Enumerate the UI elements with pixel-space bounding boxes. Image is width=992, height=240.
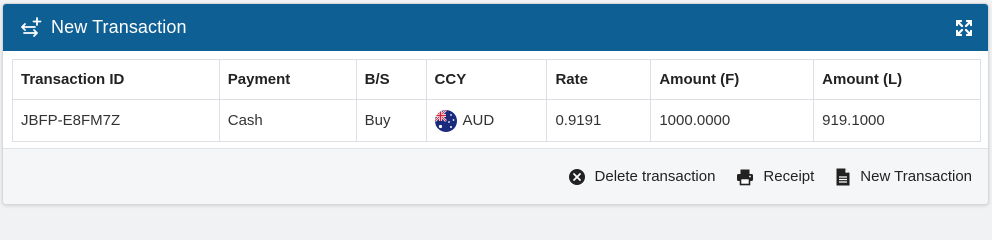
column-header-transaction-id: Transaction ID — [12, 59, 220, 100]
close-circle-icon — [568, 168, 586, 186]
cell-bs: Buy — [355, 99, 427, 142]
column-header-payment: Payment — [218, 59, 357, 100]
cell-ccy: AUD — [425, 99, 548, 142]
transaction-table-wrap: Transaction ID Payment B/S CCY Rate Amou… — [3, 51, 988, 142]
table-header-row: Transaction ID Payment B/S CCY Rate Amou… — [12, 59, 981, 100]
cell-rate: 0.9191 — [546, 99, 652, 142]
transaction-table: Transaction ID Payment B/S CCY Rate Amou… — [12, 59, 981, 142]
column-header-bs: B/S — [355, 59, 427, 100]
cell-amount-f: 1000.0000 — [650, 99, 815, 142]
receipt-button[interactable]: Receipt — [736, 168, 814, 186]
delete-transaction-label: Delete transaction — [594, 168, 716, 185]
expand-icon[interactable] — [954, 18, 974, 38]
delete-transaction-button[interactable]: Delete transaction — [568, 168, 716, 186]
cell-amount-l: 919.1000 — [813, 99, 981, 142]
panel-header: New Transaction — [3, 4, 988, 51]
panel-footer: Delete transaction Receipt New Transacti… — [3, 148, 988, 204]
table-row[interactable]: JBFP-E8FM7Z Cash Buy AUD 0.9191 1000.000… — [12, 99, 981, 142]
cell-ccy-code: AUD — [462, 112, 495, 129]
column-header-rate: Rate — [546, 59, 652, 100]
panel-title: New Transaction — [51, 17, 187, 37]
new-transaction-button[interactable]: New Transaction — [835, 168, 972, 186]
column-header-amount-l: Amount (L) — [813, 59, 981, 100]
printer-icon — [736, 168, 754, 186]
column-header-ccy: CCY — [425, 59, 548, 100]
australia-flag-icon — [434, 109, 457, 132]
column-header-amount-f: Amount (F) — [650, 59, 815, 100]
cell-payment: Cash — [218, 99, 357, 142]
receipt-label: Receipt — [763, 168, 815, 185]
new-transaction-label: New Transaction — [860, 168, 972, 185]
document-icon — [835, 168, 851, 186]
cell-transaction-id: JBFP-E8FM7Z — [12, 99, 220, 142]
transaction-panel: New Transaction Transaction ID Payment B… — [2, 3, 989, 205]
transaction-add-icon — [20, 16, 42, 39]
